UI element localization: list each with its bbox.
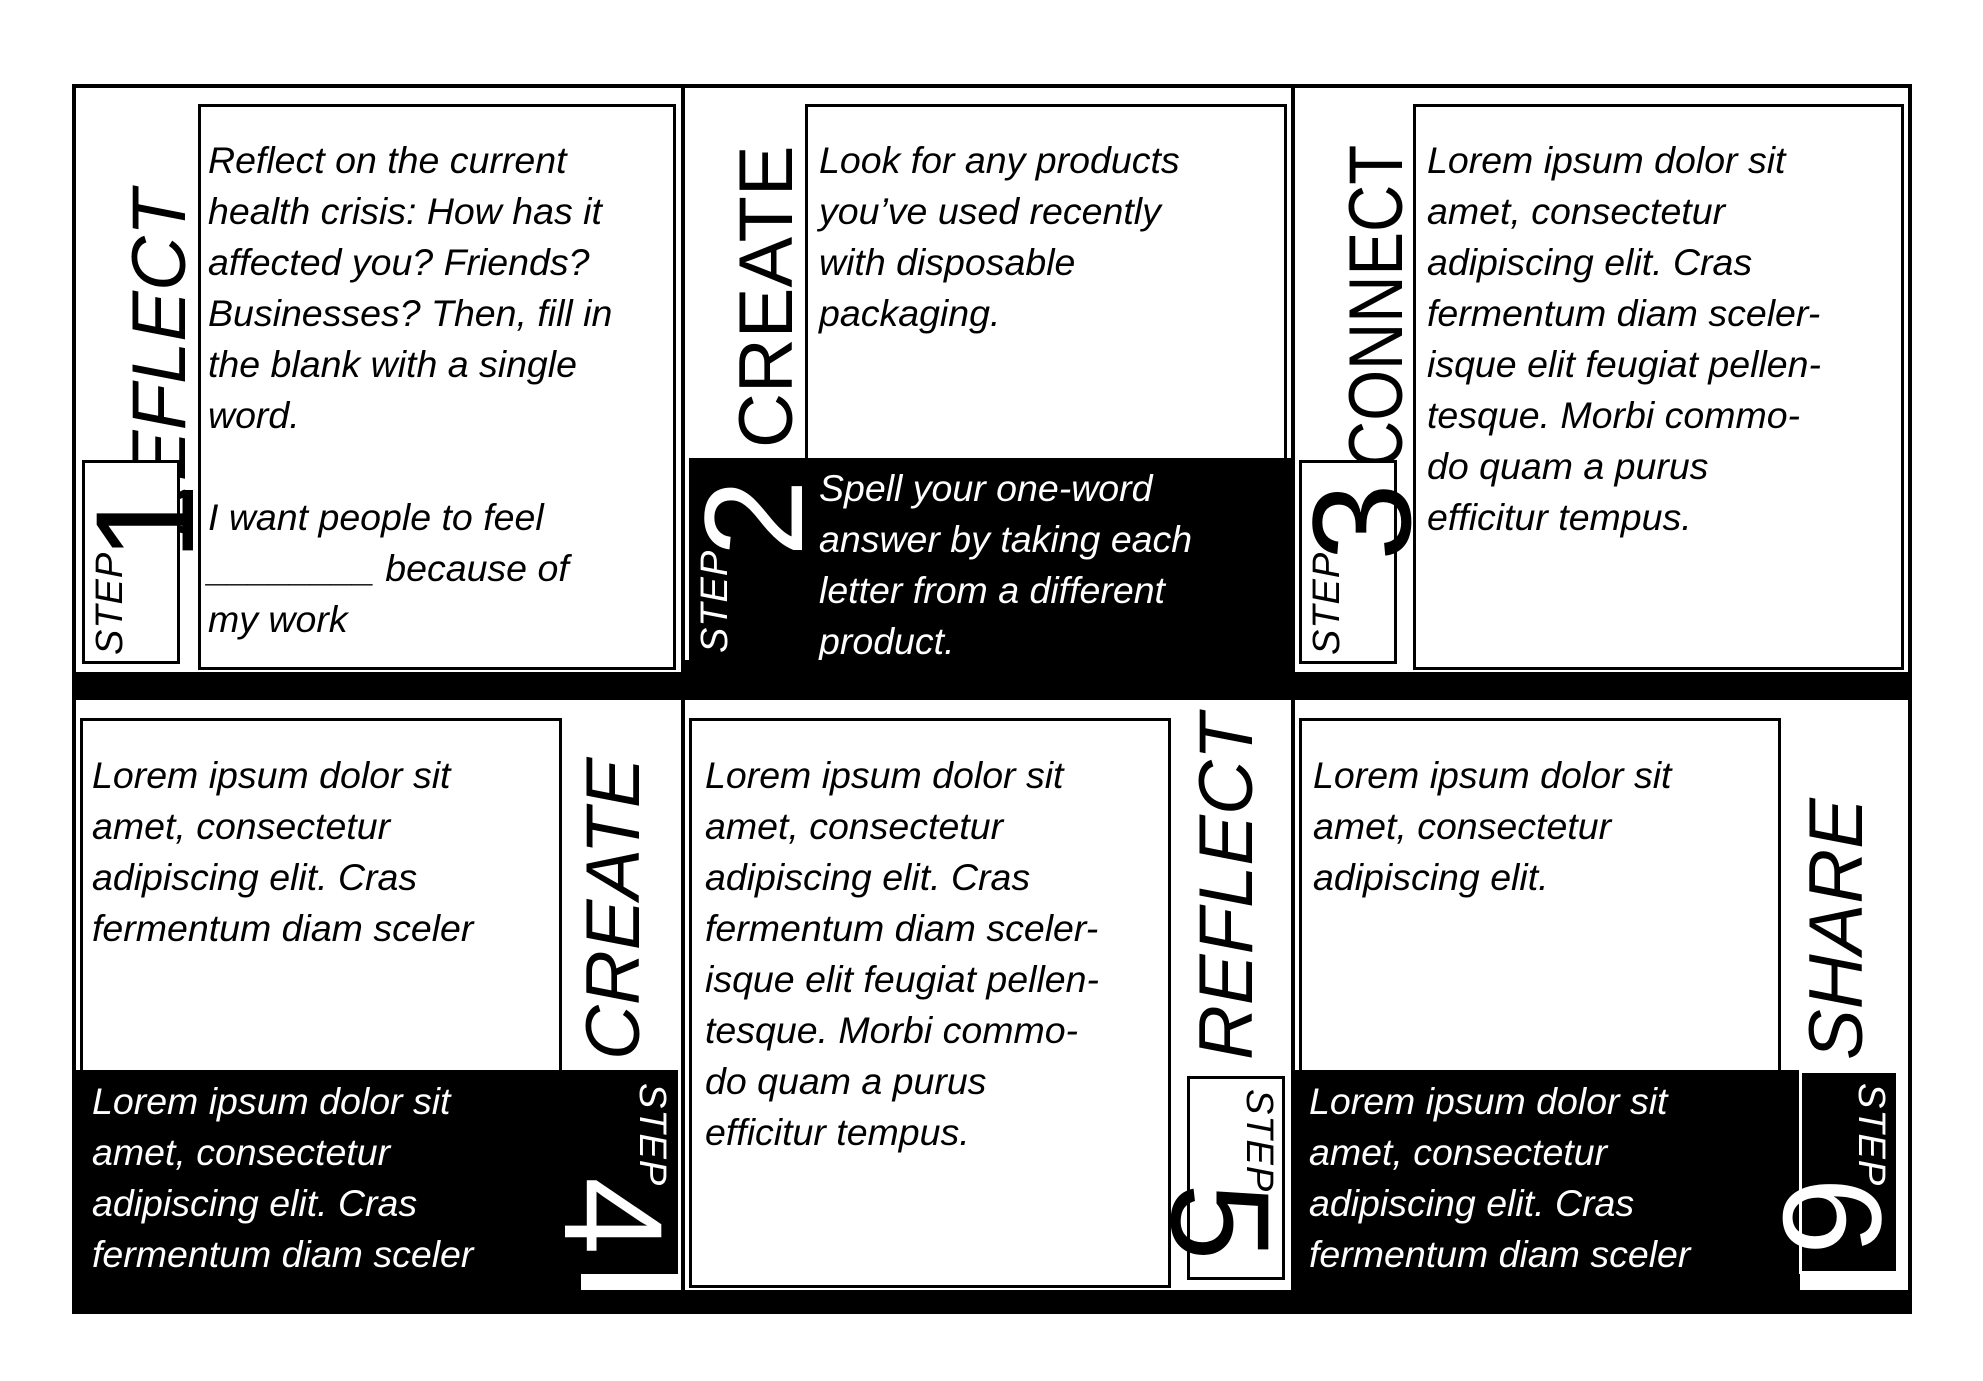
step-6-step-badge: STEP 6 bbox=[1754, 1070, 1911, 1274]
bottom-border-bar bbox=[72, 1290, 1912, 1314]
step-4-instructions: Lorem ipsum dolor sit amet, consectetur … bbox=[92, 754, 474, 949]
step-1-card: Reflect on the current health crisis: Ho… bbox=[66, 88, 681, 672]
step-2-bottom-instructions: Spell your one-word answer by taking eac… bbox=[819, 467, 1193, 662]
step-2-number: 2 bbox=[675, 479, 832, 557]
step-6-instructions: Lorem ipsum dolor sit amet, consectetur … bbox=[1313, 754, 1672, 898]
step-6-title: SHARE bbox=[1794, 798, 1879, 1060]
step-3-instructions: Lorem ipsum dolor sit amet, consectetur … bbox=[1427, 139, 1822, 538]
step-5-step-label: STEP bbox=[1238, 1089, 1280, 1193]
step-6-title-holder: SHARE bbox=[1794, 724, 1879, 1064]
step-2-title: CREATE bbox=[724, 145, 809, 448]
step-4-step-label: STEP bbox=[631, 1083, 673, 1187]
step-5-title-holder: REFLECT bbox=[1184, 714, 1269, 1064]
step-4-bottom-instructions: Lorem ipsum dolor sit amet, consectetur … bbox=[92, 1080, 474, 1275]
step-2-instructions: Look for any products you’ve used recent… bbox=[819, 139, 1180, 334]
step-3-number: 3 bbox=[1283, 483, 1440, 561]
step-2-title-holder: CREATE bbox=[724, 106, 809, 450]
step-5-card: Lorem ipsum dolor sit amet, consectetur … bbox=[685, 700, 1299, 1290]
step-1-instructions: Reflect on the current health crisis: Ho… bbox=[208, 139, 613, 640]
step-2-step-badge: STEP 2 bbox=[675, 458, 832, 660]
step-4-card: Lorem ipsum dolor sit amet, consectetur … bbox=[76, 700, 692, 1290]
step-6-step-label: STEP bbox=[1850, 1083, 1892, 1187]
step-4-title: CREATE bbox=[571, 757, 656, 1060]
step-2-base-strip bbox=[685, 660, 1291, 672]
step-1-step-badge: STEP 1 bbox=[66, 460, 223, 664]
step-5-number: 5 bbox=[1142, 1183, 1299, 1261]
step-3-title: CONNECT bbox=[1334, 144, 1419, 468]
step-4-number: 4 bbox=[535, 1177, 692, 1255]
row-divider bbox=[72, 672, 1912, 700]
step-3-step-label: STEP bbox=[1306, 551, 1348, 655]
step-3-step-badge: STEP 3 bbox=[1283, 460, 1440, 664]
step-2-card: Look for any products you’ve used recent… bbox=[675, 88, 1291, 672]
step-6-number: 6 bbox=[1754, 1177, 1911, 1255]
step-4-step-badge: STEP 4 bbox=[535, 1070, 692, 1274]
step-2-step-label: STEP bbox=[694, 549, 736, 653]
step-3-card: Lorem ipsum dolor sit amet, consectetur … bbox=[1283, 88, 1908, 672]
step-6-card: Lorem ipsum dolor sit amet, consectetur … bbox=[1295, 700, 1911, 1290]
step-5-instructions: Lorem ipsum dolor sit amet, consectetur … bbox=[705, 754, 1100, 1153]
step-1-step-label: STEP bbox=[89, 551, 131, 655]
step-5-title: REFLECT bbox=[1184, 713, 1269, 1060]
step-4-title-holder: CREATE bbox=[571, 724, 656, 1064]
step-5-step-badge: STEP 5 bbox=[1142, 1076, 1299, 1280]
step-6-bottom-instructions: Lorem ipsum dolor sit amet, consectetur … bbox=[1309, 1080, 1691, 1275]
step-1-number: 1 bbox=[66, 483, 223, 561]
